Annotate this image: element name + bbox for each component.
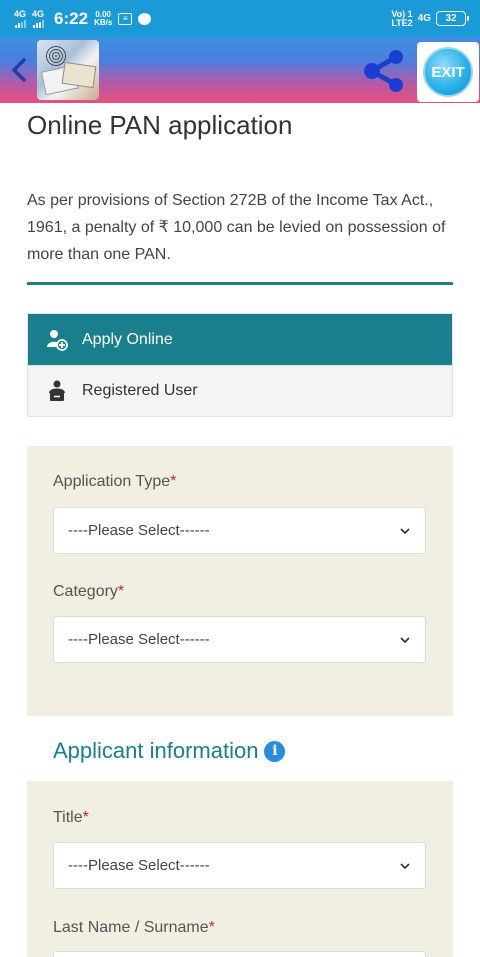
battery-icon: 32 <box>436 11 469 26</box>
chevron-down-icon <box>400 637 410 644</box>
chevron-down-icon <box>400 863 410 870</box>
exit-label: EXIT <box>431 63 465 81</box>
tab-apply-online-label: Apply Online <box>82 330 173 348</box>
volte-line-2: LTE2 <box>391 17 413 28</box>
signal-1-label: 4G <box>14 8 27 19</box>
battery-level: 32 <box>445 13 457 24</box>
title-label-text: Title <box>53 809 83 826</box>
pan-card-icon <box>61 61 97 89</box>
signal-bars-icon <box>32 19 44 28</box>
app-logo <box>37 40 99 100</box>
last-name-input[interactable] <box>53 951 426 957</box>
exit-button[interactable]: EXIT <box>417 42 479 102</box>
required-mark: * <box>82 809 89 826</box>
required-mark: * <box>117 583 125 600</box>
applicant-panel: Title* ----Please Select------ Last Name… <box>27 781 453 957</box>
chevron-down-icon <box>400 528 410 535</box>
applicant-information-title: Applicant information <box>53 738 259 763</box>
volte-indicator: Vo) 1 LTE2 <box>391 9 413 28</box>
title-select[interactable]: ----Please Select------ <box>53 842 426 889</box>
last-name-label: Last Name / Surname* <box>53 919 215 937</box>
required-mark: * <box>208 919 215 936</box>
signal-bars-icon <box>14 19 26 28</box>
info-icon[interactable]: i <box>264 740 286 762</box>
chevron-left-icon <box>11 58 26 82</box>
application-panel: Application Type* ----Please Select-----… <box>27 446 453 716</box>
signal-1: 4G <box>14 8 27 28</box>
last-name-label-text: Last Name / Surname <box>53 919 209 936</box>
application-type-value: ----Please Select------ <box>68 522 210 539</box>
clock: 6:22 <box>54 8 89 28</box>
add-user-icon <box>46 329 68 351</box>
speed-unit: KB/s <box>94 17 113 27</box>
tab-registered-user-label: Registered User <box>82 382 198 399</box>
status-bar: 4G 4G 6:22 0.00 KB/s ≡ Vo) 1 LTE2 4G 32 <box>0 0 480 37</box>
application-type-label-text: Application Type <box>53 473 171 490</box>
penalty-notice: As per provisions of Section 272B of the… <box>27 192 446 263</box>
divider <box>27 282 453 285</box>
title-value: ----Please Select------ <box>68 857 210 874</box>
title-label: Title* <box>53 809 89 827</box>
applicant-information-heading: Applicant information i <box>53 738 286 764</box>
info-glyph: i <box>272 743 278 759</box>
notification-app-icon: ≡ <box>118 12 133 25</box>
page-title: Online PAN application <box>27 110 293 140</box>
signal-2-label: 4G <box>32 8 45 19</box>
signal-2: 4G <box>32 8 45 28</box>
exit-icon: EXIT <box>423 47 473 97</box>
message-bubble-icon <box>138 12 152 25</box>
tab-apply-online[interactable]: Apply Online <box>28 314 452 365</box>
category-value: ----Please Select------ <box>68 631 210 648</box>
application-type-label: Application Type* <box>53 473 176 491</box>
required-mark: * <box>170 473 177 490</box>
network-speed: 0.00 KB/s <box>94 10 113 27</box>
app-header: EXIT <box>0 37 480 103</box>
user-card-icon <box>46 380 68 402</box>
share-icon <box>364 50 403 92</box>
back-button[interactable] <box>8 54 30 86</box>
category-select[interactable]: ----Please Select------ <box>53 616 426 663</box>
application-type-select[interactable]: ----Please Select------ <box>53 507 426 554</box>
category-label-text: Category <box>53 583 118 600</box>
tab-registered-user[interactable]: Registered User <box>28 365 452 416</box>
application-mode-tabs: Apply Online Registered User <box>27 313 453 417</box>
share-button[interactable] <box>360 49 408 93</box>
category-label: Category* <box>53 583 124 601</box>
network-type: 4G <box>417 13 431 24</box>
